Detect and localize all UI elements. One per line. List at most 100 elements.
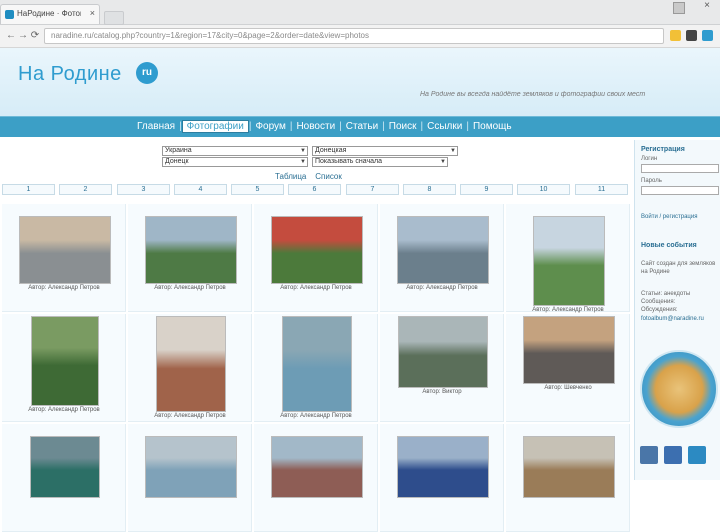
view-list-link[interactable]: Список (315, 172, 342, 181)
photo-thumbnail[interactable] (30, 436, 100, 498)
stats-text-3: Обсуждения: (641, 307, 678, 313)
photo-thumbnail[interactable] (397, 216, 489, 284)
city-select[interactable]: Донецк ▼ (162, 157, 308, 167)
photo-card: Автор: Александр Петров (506, 204, 630, 313)
page-link[interactable]: 2 (59, 184, 112, 195)
browser-tab[interactable]: НаРодине · Фотографии × (0, 4, 100, 24)
nav-item[interactable]: Помощь (469, 121, 516, 132)
nav-item[interactable]: Статьи (342, 121, 382, 132)
photo-thumbnail[interactable] (31, 316, 99, 406)
photo-grid: Автор: Александр Петров Автор: Александр … (0, 204, 630, 532)
page-link[interactable]: 9 (460, 184, 513, 195)
photo-caption[interactable]: Автор: Александр Петров (128, 413, 252, 419)
photo-card (254, 424, 378, 532)
sort-select-value: Показывать сначала (315, 158, 382, 165)
login-label: Логин (641, 156, 658, 162)
photo-caption[interactable]: Автор: Александр Петров (2, 285, 126, 291)
nav-item[interactable]: Форум (251, 121, 289, 132)
photo-thumbnail[interactable] (271, 436, 363, 498)
region-select[interactable]: Донецкая ▼ (312, 146, 458, 156)
nav-item[interactable]: Главная (133, 121, 179, 132)
photo-thumbnail[interactable] (282, 316, 352, 412)
photo-caption[interactable]: Автор: Виктор (380, 389, 504, 395)
new-tab-button[interactable] (104, 11, 124, 25)
close-tab-icon[interactable]: × (90, 8, 95, 18)
photo-card (506, 424, 630, 532)
vk-icon[interactable] (640, 446, 658, 464)
photo-caption[interactable]: Автор: Александр Петров (254, 413, 378, 419)
photo-thumbnail[interactable] (523, 436, 615, 498)
sort-select[interactable]: Показывать сначала ▼ (312, 157, 448, 167)
photo-thumbnail[interactable] (397, 436, 489, 498)
menu-icon[interactable] (702, 30, 713, 41)
chevron-down-icon: ▼ (440, 159, 446, 165)
login-title: Регистрация (641, 146, 685, 153)
photo-thumbnail[interactable] (398, 316, 488, 388)
login-button[interactable]: Войти / регистрация (641, 214, 697, 220)
photo-caption[interactable]: Автор: Александр Петров (128, 285, 252, 291)
photo-thumbnail[interactable] (523, 316, 615, 384)
nav-item[interactable]: Новости (292, 121, 339, 132)
nav-item[interactable]: Ссылки (423, 121, 466, 132)
photo-thumbnail[interactable] (271, 216, 363, 284)
photo-card: Автор: Александр Петров (254, 204, 378, 312)
photo-thumbnail[interactable] (533, 216, 605, 306)
photo-caption[interactable]: Автор: Александр Петров (2, 407, 126, 413)
page-link[interactable]: 8 (403, 184, 456, 195)
page-link[interactable]: 4 (174, 184, 227, 195)
photo-card: Автор: Александр Петров (254, 314, 378, 422)
photo-card (128, 424, 252, 532)
window-restore-button[interactable] (666, 0, 692, 16)
photo-thumbnail[interactable] (145, 216, 237, 284)
site-logo[interactable]: На Родине (18, 63, 122, 86)
photo-thumbnail[interactable] (145, 436, 237, 498)
page-link[interactable]: 6 (288, 184, 341, 195)
stats-text-1: Статьи: анекдоты (641, 291, 691, 297)
address-bar[interactable]: naradine.ru/catalog.php?country=1&region… (44, 28, 664, 44)
photo-card (380, 424, 504, 532)
extension-icon[interactable] (686, 30, 697, 41)
site-slogan: На Родине вы всегда найдёте земляков и ф… (420, 91, 646, 98)
city-select-value: Донецк (165, 158, 189, 165)
reload-icon[interactable]: ⟳ (28, 29, 42, 43)
photo-caption[interactable]: Автор: Александр Петров (380, 285, 504, 291)
photo-caption[interactable]: Автор: Александр Петров (506, 307, 630, 313)
tab-title: НаРодине · Фотографии (17, 9, 81, 18)
email-link[interactable]: fotoalbum@naradine.ru (641, 316, 704, 322)
photo-thumbnail[interactable] (19, 216, 111, 284)
bookmark-star-icon[interactable] (670, 30, 681, 41)
page-link[interactable]: 10 (517, 184, 570, 195)
page-link[interactable]: 7 (346, 184, 399, 195)
odnoklassniki-icon[interactable] (664, 446, 682, 464)
window-close-button[interactable]: × (694, 0, 720, 16)
sidebar: Регистрация Логин Пароль Войти / регистр… (634, 140, 720, 480)
country-select[interactable]: Украина ▼ (162, 146, 308, 156)
nav-item[interactable]: Поиск (385, 121, 421, 132)
photo-card: Автор: Александр Петров (128, 314, 252, 422)
view-table-link[interactable]: Таблица (275, 172, 306, 181)
site-header: На Родине ru На Родине вы всегда найдёте… (0, 48, 720, 116)
password-label: Пароль (641, 178, 662, 184)
page-link[interactable]: 1 (2, 184, 55, 195)
photo-card: Автор: Александр Петров (2, 204, 126, 312)
password-input[interactable] (641, 186, 719, 195)
photo-card: Автор: Александр Петров (2, 314, 126, 422)
club-badge-image[interactable] (640, 350, 718, 428)
page-link[interactable]: 3 (117, 184, 170, 195)
nav-item[interactable]: Фотографии (181, 120, 249, 133)
news-text-1: Сайт создан для земляков (641, 261, 716, 267)
chevron-down-icon: ▼ (300, 159, 306, 165)
photo-card: Автор: Шевченко (506, 314, 630, 422)
page-link[interactable]: 5 (231, 184, 284, 195)
news-title: Новые события (641, 242, 697, 249)
mail-icon[interactable] (688, 446, 706, 464)
pagination: 1 2 3 4 5 6 7 8 9 10 11 (0, 184, 630, 196)
photo-thumbnail[interactable] (156, 316, 226, 412)
login-input[interactable] (641, 164, 719, 173)
page-link[interactable]: 11 (575, 184, 628, 195)
browser-toolbar: ← → ⟳ naradine.ru/catalog.php?country=1&… (0, 25, 720, 48)
logo-badge-icon: ru (136, 62, 158, 84)
photo-caption[interactable]: Автор: Шевченко (506, 385, 630, 391)
photo-caption[interactable]: Автор: Александр Петров (254, 285, 378, 291)
country-select-value: Украина (165, 147, 192, 154)
